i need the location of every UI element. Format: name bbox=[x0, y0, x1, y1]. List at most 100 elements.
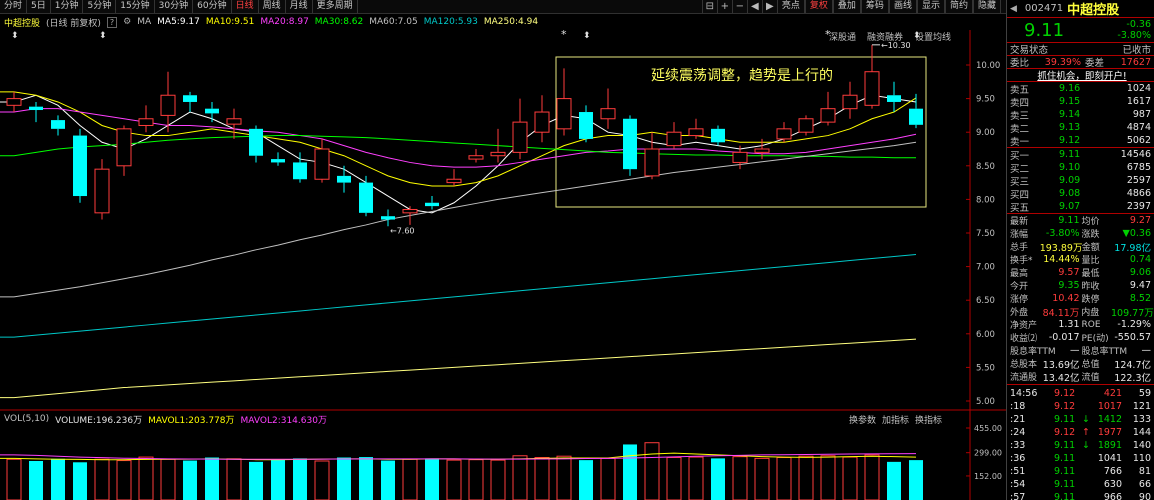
volume-bar[interactable] bbox=[600, 457, 616, 500]
candle[interactable] bbox=[579, 105, 593, 143]
volume-bar[interactable] bbox=[512, 455, 528, 500]
volume-bar[interactable] bbox=[337, 457, 351, 500]
event-marker[interactable]: ⬍ bbox=[913, 31, 921, 41]
order-book-row[interactable]: 卖一 9.12 5062 bbox=[1007, 134, 1154, 148]
volume-bar[interactable] bbox=[688, 456, 704, 500]
order-book-row[interactable]: 卖三 9.14 987 bbox=[1007, 108, 1154, 122]
event-marker[interactable]: ⬍ bbox=[583, 31, 591, 41]
candle[interactable] bbox=[798, 115, 814, 136]
volume-bar[interactable] bbox=[205, 457, 219, 500]
order-book-row[interactable]: 买三 9.09 2597 bbox=[1007, 174, 1154, 188]
volume-bar[interactable] bbox=[359, 457, 373, 500]
volume-bar[interactable] bbox=[666, 457, 682, 500]
volume-bar[interactable] bbox=[94, 458, 110, 500]
candle[interactable] bbox=[402, 206, 418, 225]
order-book-row[interactable]: 买四 9.08 4866 bbox=[1007, 187, 1154, 201]
candle[interactable] bbox=[864, 44, 880, 109]
volume-bar[interactable] bbox=[446, 459, 462, 500]
candle[interactable] bbox=[666, 122, 682, 149]
candle[interactable] bbox=[271, 152, 285, 166]
candle[interactable] bbox=[468, 149, 484, 163]
volume-bar[interactable] bbox=[887, 461, 901, 500]
volume-bar[interactable] bbox=[842, 456, 858, 500]
volume-bar[interactable] bbox=[864, 454, 880, 500]
change-params-button[interactable]: 换参数 bbox=[849, 413, 876, 426]
volume-bar[interactable] bbox=[468, 459, 484, 500]
event-marker[interactable]: ⬍ bbox=[11, 31, 19, 41]
volume-bar[interactable] bbox=[138, 456, 154, 500]
candle[interactable] bbox=[820, 91, 836, 126]
candle[interactable] bbox=[183, 91, 197, 113]
volume-bar[interactable] bbox=[116, 460, 132, 500]
candle[interactable] bbox=[711, 125, 725, 146]
candle[interactable] bbox=[73, 128, 87, 203]
volume-bar[interactable] bbox=[534, 457, 550, 500]
candle[interactable] bbox=[205, 101, 219, 123]
volume-bar[interactable] bbox=[711, 458, 725, 500]
volume-bar[interactable] bbox=[556, 455, 572, 500]
candle[interactable] bbox=[556, 68, 572, 136]
candle[interactable] bbox=[51, 115, 65, 136]
candle[interactable] bbox=[688, 118, 704, 139]
volume-bar[interactable] bbox=[293, 458, 307, 500]
volume-bar[interactable] bbox=[798, 455, 814, 500]
candle[interactable] bbox=[116, 125, 132, 176]
candle[interactable] bbox=[226, 108, 242, 139]
order-book-row[interactable]: 卖二 9.13 4874 bbox=[1007, 121, 1154, 135]
back-icon[interactable]: ◀ bbox=[1010, 4, 1017, 14]
candle[interactable] bbox=[842, 81, 858, 119]
candle[interactable] bbox=[359, 175, 373, 217]
volume-bar[interactable] bbox=[381, 460, 395, 500]
order-book-row[interactable]: 买五 9.07 2397 bbox=[1007, 200, 1154, 214]
candle[interactable] bbox=[512, 98, 528, 160]
candle[interactable] bbox=[293, 152, 307, 183]
volume-bar[interactable] bbox=[402, 458, 418, 500]
candle[interactable] bbox=[600, 88, 616, 129]
candle[interactable] bbox=[29, 101, 43, 123]
order-book-row[interactable]: 买二 9.10 6785 bbox=[1007, 161, 1154, 175]
volume-bar[interactable] bbox=[425, 458, 439, 500]
order-book-row[interactable]: 卖五 9.16 1024 bbox=[1007, 82, 1154, 96]
candle[interactable] bbox=[425, 196, 439, 210]
volume-bar[interactable] bbox=[249, 461, 263, 500]
event-marker[interactable]: ⬍ bbox=[99, 31, 107, 41]
order-book-row[interactable]: 卖四 9.15 1617 bbox=[1007, 95, 1154, 109]
promo-link[interactable]: 抓住机会，即刻开户! bbox=[1037, 68, 1126, 82]
volume-bar[interactable] bbox=[271, 459, 285, 500]
volume-bar[interactable] bbox=[314, 460, 330, 500]
order-book-row[interactable]: 买一 9.11 14546 bbox=[1007, 148, 1154, 162]
volume-bar[interactable] bbox=[226, 458, 242, 500]
volume-bar[interactable] bbox=[6, 458, 22, 500]
candle[interactable] bbox=[138, 105, 154, 133]
volume-bar[interactable] bbox=[51, 458, 65, 500]
candle[interactable] bbox=[6, 91, 22, 113]
candle[interactable] bbox=[776, 122, 792, 143]
candle[interactable] bbox=[644, 132, 660, 180]
event-marker[interactable]: * bbox=[561, 28, 567, 41]
volume-bar[interactable] bbox=[754, 457, 770, 500]
candle[interactable] bbox=[94, 159, 110, 220]
candle[interactable] bbox=[381, 209, 395, 227]
candle[interactable] bbox=[446, 169, 462, 186]
candle[interactable] bbox=[314, 138, 330, 183]
candle[interactable] bbox=[909, 93, 923, 129]
switch-indicator-button[interactable]: 换指标 bbox=[915, 413, 942, 426]
candle[interactable] bbox=[249, 125, 263, 163]
volume-bar[interactable] bbox=[909, 460, 923, 500]
volume-bar[interactable] bbox=[579, 460, 593, 500]
promo-row[interactable]: 抓住机会，即刻开户! bbox=[1007, 68, 1154, 82]
volume-bar[interactable] bbox=[160, 458, 176, 500]
candle[interactable] bbox=[623, 115, 637, 176]
candle[interactable] bbox=[337, 165, 351, 193]
volume-bar[interactable] bbox=[820, 455, 836, 500]
volume-bar[interactable] bbox=[623, 444, 637, 500]
volume-bar[interactable] bbox=[644, 442, 660, 500]
candle[interactable] bbox=[887, 81, 901, 113]
volume-bar[interactable] bbox=[29, 460, 43, 500]
add-indicator-button[interactable]: 加指标 bbox=[882, 413, 909, 426]
event-marker[interactable]: * bbox=[825, 28, 831, 41]
candle[interactable] bbox=[160, 71, 176, 133]
volume-bar[interactable] bbox=[73, 462, 87, 500]
volume-bar[interactable] bbox=[490, 459, 506, 500]
volume-bar[interactable] bbox=[732, 456, 748, 500]
